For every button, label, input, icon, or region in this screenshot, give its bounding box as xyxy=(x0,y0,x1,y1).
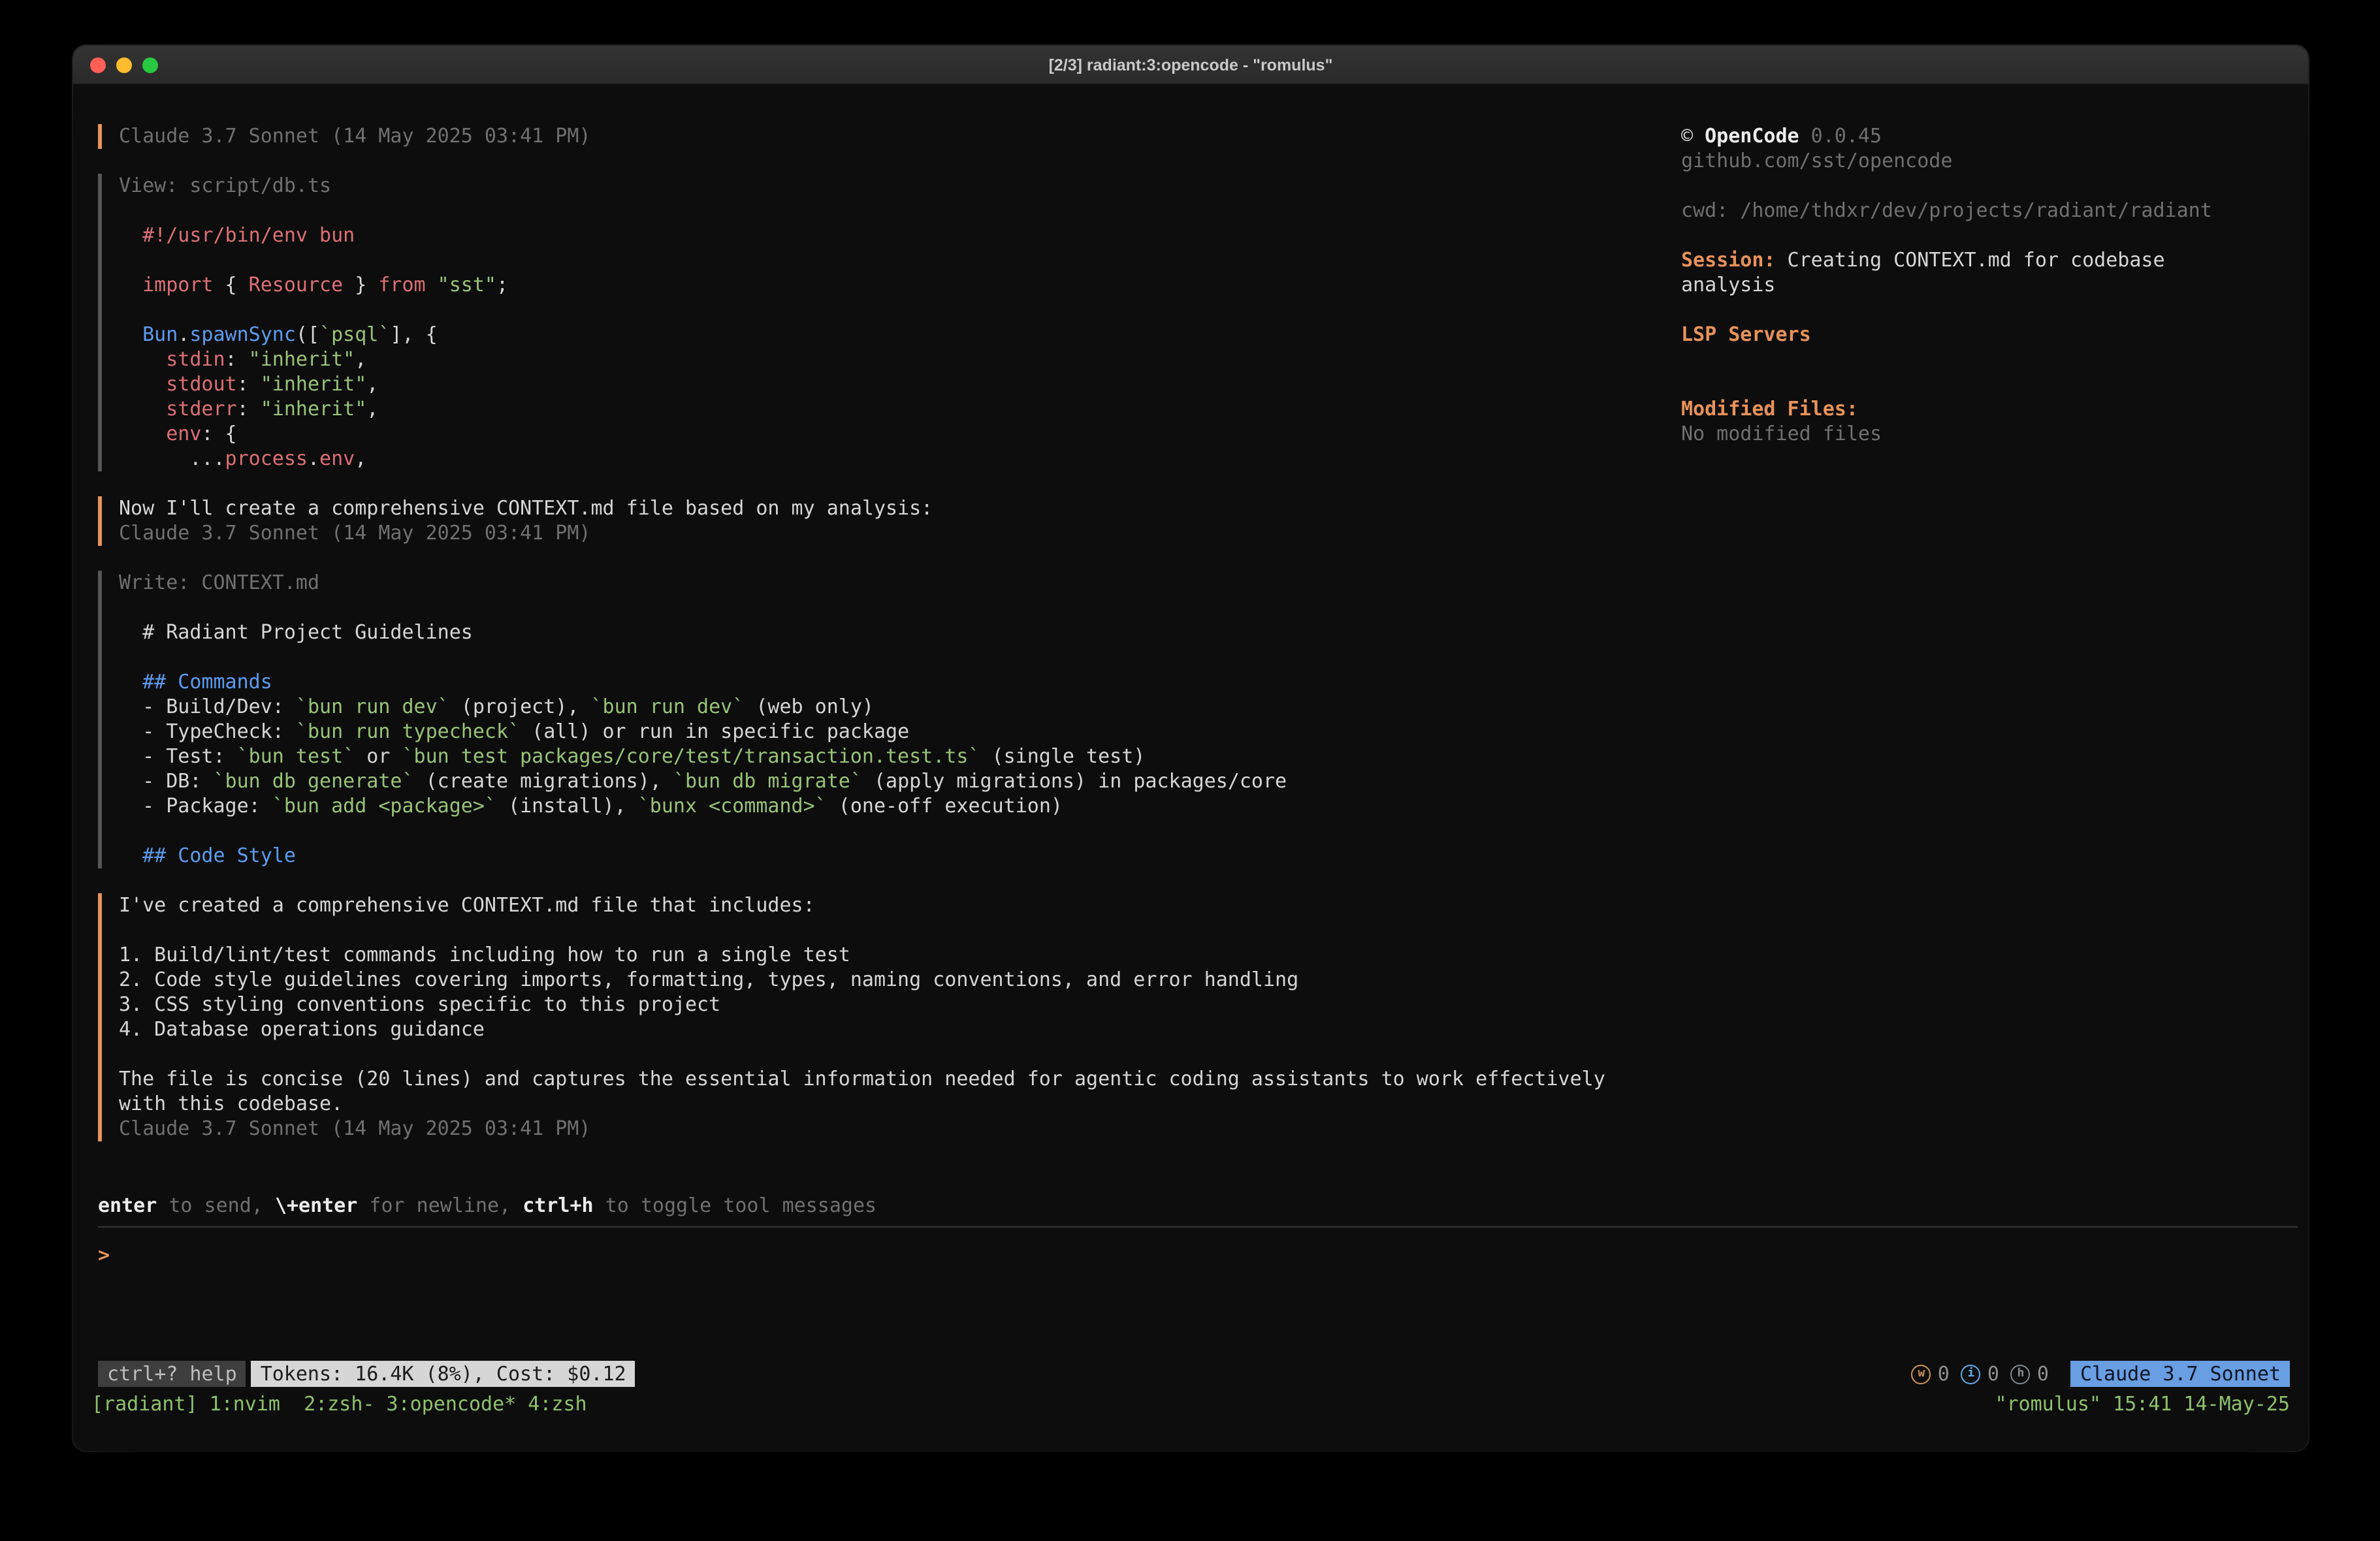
help-shortcut-chip[interactable]: ctrl+? help xyxy=(98,1361,246,1387)
text-line: github.com/sst/opencode xyxy=(1681,149,2282,174)
text-line xyxy=(119,645,1681,670)
text-line: # Radiant Project Guidelines xyxy=(119,620,1681,645)
text-line: - TypeCheck: `bun run typecheck` (all) o… xyxy=(119,720,1681,744)
traffic-lights xyxy=(90,46,158,84)
tmux-status-bar: [radiant] 1:nvim 2:zsh- 3:opencode* 4:zs… xyxy=(73,1391,2308,1417)
warning-count-value: 0 xyxy=(1938,1361,1950,1386)
tmux-session-info: "romulus" 15:41 14-May-25 xyxy=(1995,1391,2290,1416)
prompt-input[interactable]: > xyxy=(98,1226,2298,1359)
warning-count: w 0 xyxy=(1912,1361,1950,1386)
text-line xyxy=(1681,223,2282,248)
info-count: i 0 xyxy=(1961,1361,1999,1386)
text-line xyxy=(1681,372,2282,397)
chat-area[interactable]: Claude 3.7 Sonnet (14 May 2025 03:41 PM)… xyxy=(98,124,1681,1194)
session-sidebar: © OpenCode 0.0.45github.com/sst/opencode… xyxy=(1681,124,2308,1194)
text-line: Claude 3.7 Sonnet (14 May 2025 03:41 PM) xyxy=(119,521,1681,546)
terminal-window: [2/3] radiant:3:opencode - "romulus" Cla… xyxy=(73,46,2308,1451)
hint-count-value: 0 xyxy=(2037,1361,2049,1386)
window-titlebar[interactable]: [2/3] radiant:3:opencode - "romulus" xyxy=(73,46,2308,85)
text-line: View: script/db.ts xyxy=(119,174,1681,199)
assistant-message-block: Now I'll create a comprehensive CONTEXT.… xyxy=(98,496,1681,546)
text-line: ## Commands xyxy=(119,670,1681,695)
text-line: The file is concise (20 lines) and captu… xyxy=(119,1067,1681,1092)
tmux-windows[interactable]: [radiant] 1:nvim 2:zsh- 3:opencode* 4:zs… xyxy=(91,1391,587,1416)
tokens-cost-chip: Tokens: 16.4K (8%), Cost: $0.12 xyxy=(251,1361,635,1387)
text-line: - Package: `bun add <package>` (install)… xyxy=(119,794,1681,819)
text-line: analysis xyxy=(1681,273,2282,298)
text-line: Claude 3.7 Sonnet (14 May 2025 03:41 PM) xyxy=(119,1117,1681,1141)
text-line: Bun.spawnSync([`psql`], { xyxy=(119,323,1681,347)
minimize-button[interactable] xyxy=(116,57,132,72)
text-line xyxy=(1681,298,2282,323)
hint-count: h 0 xyxy=(2011,1361,2049,1386)
text-line: Write: CONTEXT.md xyxy=(119,571,1681,596)
text-line: stdin: "inherit", xyxy=(119,347,1681,372)
text-line: No modified files xyxy=(1681,422,2282,447)
text-line xyxy=(1681,347,2282,372)
info-count-value: 0 xyxy=(1987,1361,1999,1386)
text-line: enter to send, \+enter for newline, ctrl… xyxy=(98,1194,2298,1218)
text-line xyxy=(119,596,1681,620)
hint-icon: h xyxy=(2011,1364,2031,1384)
text-line: I've created a comprehensive CONTEXT.md … xyxy=(119,893,1681,918)
message-header-block: Claude 3.7 Sonnet (14 May 2025 03:41 PM) xyxy=(98,124,1681,149)
text-line: cwd: /home/thdxr/dev/projects/radiant/ra… xyxy=(1681,199,2282,223)
prompt-caret: > xyxy=(98,1243,110,1267)
text-line: ...process.env, xyxy=(119,447,1681,471)
close-button[interactable] xyxy=(90,57,106,72)
zoom-button[interactable] xyxy=(142,57,158,72)
text-line: stdout: "inherit", xyxy=(119,372,1681,397)
text-line xyxy=(119,248,1681,273)
text-line xyxy=(119,819,1681,844)
tool-view-block: View: script/db.ts #!/usr/bin/env bun im… xyxy=(98,174,1681,471)
text-line: 3. CSS styling conventions specific to t… xyxy=(119,993,1681,1017)
desktop: [2/3] radiant:3:opencode - "romulus" Cla… xyxy=(0,0,2380,1541)
text-line: ## Code Style xyxy=(119,844,1681,868)
text-line: 1. Build/lint/test commands including ho… xyxy=(119,943,1681,968)
text-line: Now I'll create a comprehensive CONTEXT.… xyxy=(119,496,1681,521)
text-line: Modified Files: xyxy=(1681,397,2282,422)
help-line: enter to send, \+enter for newline, ctrl… xyxy=(98,1194,2298,1218)
text-line: stderr: "inherit", xyxy=(119,397,1681,422)
text-line: Session: Creating CONTEXT.md for codebas… xyxy=(1681,248,2282,273)
window-title: [2/3] radiant:3:opencode - "romulus" xyxy=(1049,56,1333,74)
text-line: - Test: `bun test` or `bun test packages… xyxy=(119,744,1681,769)
text-line: 4. Database operations guidance xyxy=(119,1017,1681,1042)
text-line: 2. Code style guidelines covering import… xyxy=(119,968,1681,993)
tool-write-block: Write: CONTEXT.md # Radiant Project Guid… xyxy=(98,571,1681,868)
text-line xyxy=(119,199,1681,223)
text-line: - Build/Dev: `bun run dev` (project), `b… xyxy=(119,695,1681,720)
assistant-summary-block: I've created a comprehensive CONTEXT.md … xyxy=(98,893,1681,1141)
info-icon: i xyxy=(1961,1364,1981,1384)
text-line: with this codebase. xyxy=(119,1092,1681,1117)
text-line: #!/usr/bin/env bun xyxy=(119,223,1681,248)
text-line xyxy=(1681,174,2282,199)
text-line xyxy=(119,918,1681,943)
status-bar: ctrl+? help Tokens: 16.4K (8%), Cost: $0… xyxy=(98,1359,2290,1388)
text-line: - DB: `bun db generate` (create migratio… xyxy=(119,769,1681,794)
text-line: Claude 3.7 Sonnet (14 May 2025 03:41 PM) xyxy=(119,124,1681,149)
text-line: LSP Servers xyxy=(1681,323,2282,347)
warning-icon: w xyxy=(1912,1364,1931,1384)
text-line: env: { xyxy=(119,422,1681,447)
opencode-tui: Claude 3.7 Sonnet (14 May 2025 03:41 PM)… xyxy=(73,85,2308,1451)
text-line xyxy=(119,298,1681,323)
text-line: © OpenCode 0.0.45 xyxy=(1681,124,2282,149)
text-line: import { Resource } from "sst"; xyxy=(119,273,1681,298)
text-line xyxy=(119,1042,1681,1067)
model-chip[interactable]: Claude 3.7 Sonnet xyxy=(2071,1361,2290,1387)
